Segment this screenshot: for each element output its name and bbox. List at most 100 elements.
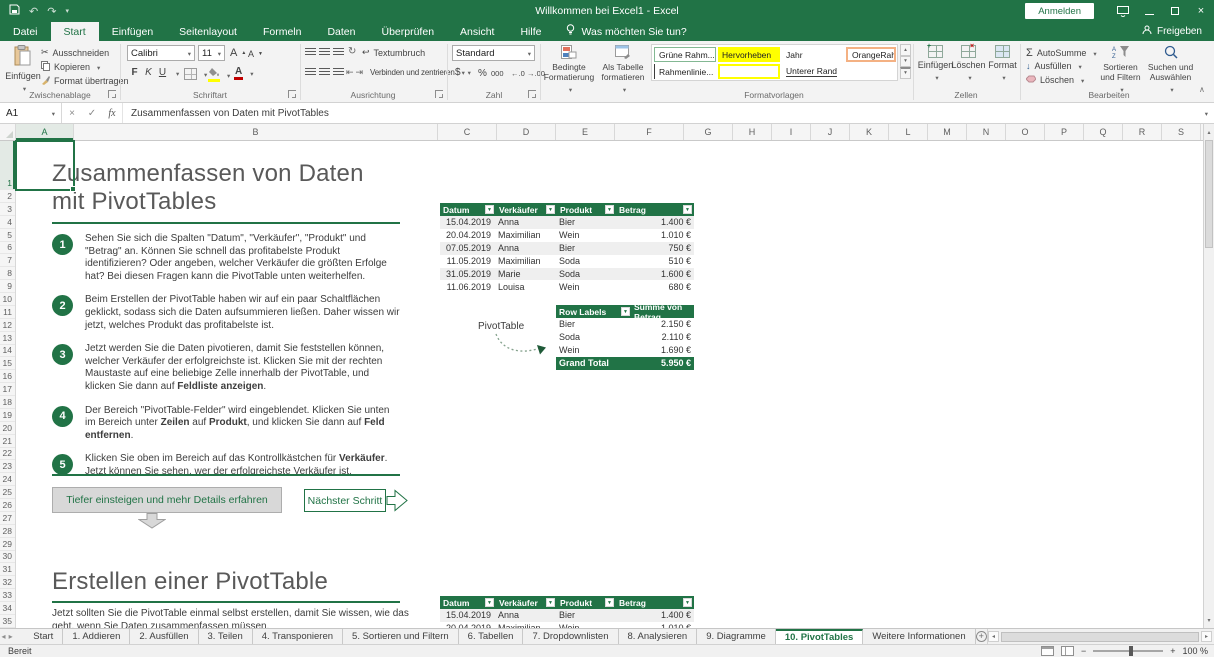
horizontal-align-buttons[interactable] bbox=[305, 68, 344, 76]
row-header[interactable]: 30 bbox=[0, 551, 15, 564]
undo-icon[interactable]: ↶ bbox=[29, 5, 38, 18]
collapse-ribbon-icon[interactable]: ∧ bbox=[1199, 85, 1205, 94]
row-header[interactable]: 16 bbox=[0, 370, 15, 383]
increase-decimal-button[interactable]: ←.0 bbox=[511, 69, 525, 78]
column-header[interactable]: L bbox=[889, 124, 928, 140]
align-bottom-icon[interactable] bbox=[333, 48, 344, 56]
minimize-button[interactable] bbox=[1136, 0, 1162, 22]
align-left-icon[interactable] bbox=[305, 68, 316, 76]
table-row[interactable]: 15.04.2019 Anna Bier 1.400 € bbox=[440, 216, 694, 229]
underline-button[interactable]: U bbox=[156, 67, 179, 78]
row-header[interactable]: 9 bbox=[0, 280, 15, 293]
row-header[interactable]: 27 bbox=[0, 512, 15, 525]
align-center-icon[interactable] bbox=[319, 68, 330, 76]
column-header[interactable]: O bbox=[1006, 124, 1045, 140]
row-header[interactable]: 26 bbox=[0, 499, 15, 512]
number-dialog-launcher[interactable] bbox=[528, 90, 536, 98]
row-header[interactable]: 2 bbox=[0, 190, 15, 203]
row-header[interactable]: 6 bbox=[0, 242, 15, 255]
column-header[interactable]: R bbox=[1123, 124, 1162, 140]
row-header[interactable]: 7 bbox=[0, 254, 15, 267]
page-break-preview-icon[interactable] bbox=[1061, 646, 1074, 656]
row-header[interactable]: 34 bbox=[0, 602, 15, 615]
autosum-button[interactable]: ΣAutoSumme bbox=[1026, 47, 1097, 59]
scroll-down-icon[interactable]: ▾ bbox=[1204, 614, 1214, 626]
ribbon-tab[interactable]: Daten bbox=[314, 22, 368, 41]
row-header[interactable]: 23 bbox=[0, 460, 15, 473]
format-painter-button[interactable]: Format übertragen bbox=[41, 75, 129, 87]
column-header[interactable]: F bbox=[615, 124, 684, 140]
clear-button[interactable]: Löschen bbox=[1026, 75, 1084, 85]
table-row[interactable]: 11.05.2019 Maximilian Soda 510 € bbox=[440, 255, 694, 268]
column-header[interactable]: M bbox=[928, 124, 967, 140]
ribbon-tab[interactable]: Überprüfen bbox=[369, 22, 448, 41]
pivot-row[interactable]: Bier 2.150 € bbox=[556, 318, 694, 331]
deeper-details-button[interactable]: Tiefer einsteigen und mehr Details erfah… bbox=[52, 487, 282, 513]
cell-style-bottom-border[interactable]: Unterer Rand bbox=[782, 64, 844, 79]
column-header[interactable]: B bbox=[74, 124, 438, 140]
pivot-grand-total-row[interactable]: Grand Total 5.950 € bbox=[556, 357, 694, 370]
ribbon-tab[interactable]: Einfügen bbox=[99, 22, 166, 41]
sheet-tab[interactable]: 9. Diagramme bbox=[697, 629, 776, 644]
row-header[interactable]: 22 bbox=[0, 448, 15, 461]
filter-dropdown-button[interactable] bbox=[485, 205, 494, 214]
font-dialog-launcher[interactable] bbox=[288, 90, 296, 98]
font-size-combo[interactable]: 11 bbox=[198, 45, 225, 61]
sign-in-button[interactable]: Anmelden bbox=[1025, 3, 1094, 19]
sort-filter-button[interactable]: AZ Sortieren und Filtern bbox=[1097, 45, 1144, 94]
column-header[interactable]: H bbox=[733, 124, 772, 140]
comma-style-button[interactable]: 000 bbox=[491, 69, 504, 78]
align-middle-icon[interactable] bbox=[319, 48, 330, 56]
format-as-table-button[interactable]: Als Tabelle formatieren bbox=[597, 45, 649, 94]
column-header[interactable]: J bbox=[811, 124, 850, 140]
cut-button[interactable]: ✂Ausschneiden bbox=[41, 47, 109, 58]
sheet-nav-right-icon[interactable]: ▸ bbox=[7, 629, 14, 644]
share-button[interactable]: Freigeben bbox=[1142, 22, 1214, 41]
table-row[interactable]: 20.04.2019 Maximilian Wein 1.010 € bbox=[440, 229, 694, 242]
sheet-nav-left-icon[interactable]: ◂ bbox=[0, 629, 7, 644]
number-format-combo[interactable]: Standard bbox=[452, 45, 535, 61]
vertical-scrollbar[interactable]: ▴ ▾ bbox=[1203, 124, 1214, 628]
horizontal-scrollbar[interactable]: ◂ ▸ bbox=[987, 629, 1214, 644]
row-header[interactable]: 28 bbox=[0, 525, 15, 538]
filter-dropdown-button[interactable] bbox=[683, 205, 692, 214]
sheet-tab[interactable]: 2. Ausfüllen bbox=[130, 629, 198, 644]
zoom-in-icon[interactable]: + bbox=[1170, 646, 1175, 656]
enter-icon[interactable]: ✓ bbox=[82, 108, 102, 119]
cell-style-jahr[interactable]: Jahr bbox=[782, 47, 844, 62]
sheet-tab[interactable]: 10. PivotTables bbox=[776, 629, 863, 644]
delete-cells-button[interactable]: × Löschen bbox=[953, 45, 984, 82]
sheet-tab[interactable]: 7. Dropdownlisten bbox=[523, 629, 618, 644]
customize-qat-icon[interactable]: ▾ bbox=[65, 7, 69, 15]
accounting-format-button[interactable]: $ bbox=[455, 67, 471, 78]
row-header[interactable]: 14 bbox=[0, 345, 15, 358]
ribbon-tab[interactable]: Ansicht bbox=[447, 22, 507, 41]
zoom-slider[interactable] bbox=[1093, 650, 1163, 652]
ribbon-tab[interactable]: Hilfe bbox=[507, 22, 554, 41]
row-header[interactable]: 25 bbox=[0, 486, 15, 499]
merge-center-button[interactable]: Verbinden und zentrieren bbox=[370, 68, 465, 77]
filter-dropdown-button[interactable] bbox=[546, 598, 555, 607]
save-icon[interactable] bbox=[9, 4, 20, 18]
percent-style-button[interactable]: % bbox=[478, 68, 487, 79]
hscroll-left-icon[interactable]: ◂ bbox=[988, 631, 999, 642]
formula-input[interactable]: Zusammenfassen von Daten mit PivotTables bbox=[122, 103, 1202, 123]
table-row[interactable]: 07.05.2019 Anna Bier 750 € bbox=[440, 242, 694, 255]
row-header[interactable]: 33 bbox=[0, 589, 15, 602]
row-header[interactable]: 31 bbox=[0, 563, 15, 576]
row-header[interactable]: 13 bbox=[0, 332, 15, 345]
orientation-button[interactable]: ↻ bbox=[348, 46, 356, 57]
row-header[interactable]: 19 bbox=[0, 409, 15, 422]
row-header[interactable]: 4 bbox=[0, 216, 15, 229]
insert-cells-button[interactable]: + Einfügen bbox=[920, 45, 951, 82]
row-header[interactable]: 24 bbox=[0, 473, 15, 486]
column-header[interactable]: C bbox=[438, 124, 497, 140]
sales-table[interactable]: DatumVerkäuferProduktBetrag 15.04.2019 A… bbox=[440, 203, 694, 293]
sheet-tab[interactable]: Start bbox=[24, 629, 63, 644]
sheet-tab[interactable]: 1. Addieren bbox=[63, 629, 130, 644]
redo-icon[interactable]: ↷ bbox=[47, 5, 56, 18]
cell-style-orange-border[interactable]: OrangeRah... bbox=[846, 47, 896, 62]
cell-style-yellow-border[interactable] bbox=[718, 64, 780, 79]
column-header[interactable]: K bbox=[850, 124, 889, 140]
column-header[interactable]: I bbox=[772, 124, 811, 140]
